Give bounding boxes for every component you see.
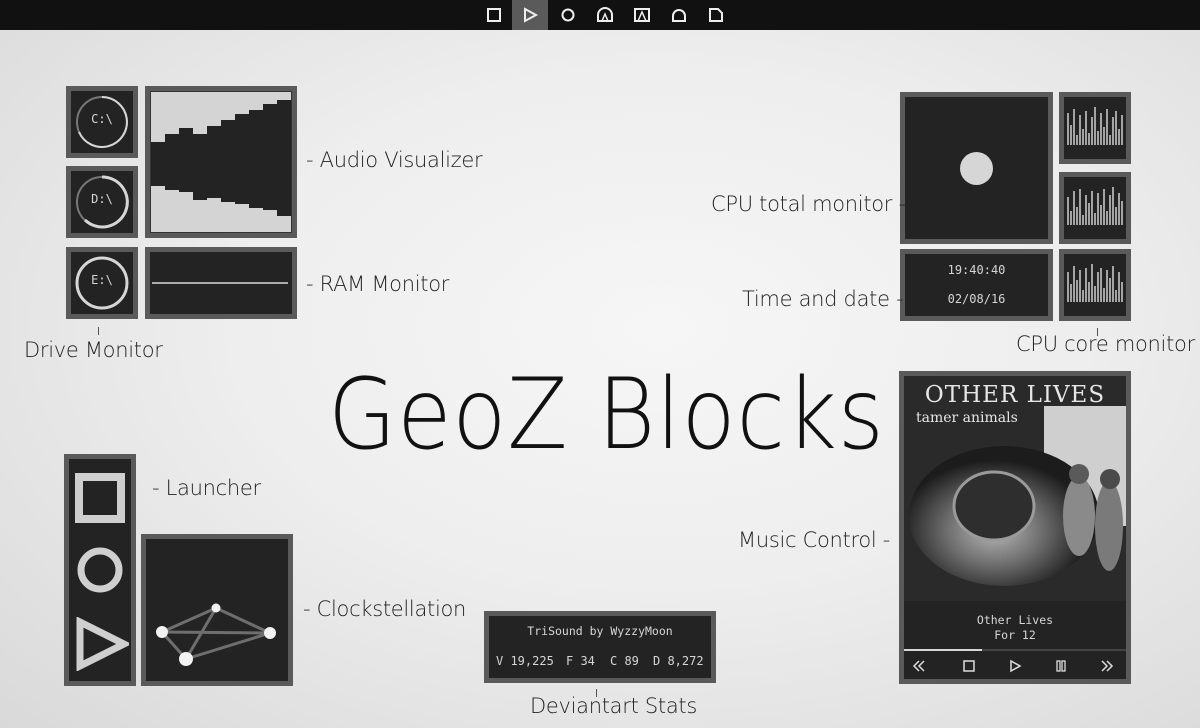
track-title: For 12	[994, 628, 1036, 642]
clock-time: 19:40:40	[947, 263, 1006, 277]
arch-icon[interactable]	[587, 0, 623, 30]
progress-track[interactable]	[904, 649, 1126, 651]
cpu-total-dot	[960, 152, 993, 185]
time-date-label: Time and date -	[742, 287, 904, 311]
clockstellation-graph	[156, 603, 276, 666]
cpu-core-3-widget	[1059, 249, 1131, 321]
stop-icon[interactable]	[960, 658, 978, 674]
music-control-widget: OTHER LIVES tamer animals Other Lives Fo…	[899, 371, 1131, 684]
launcher-circle-icon[interactable]	[75, 545, 125, 595]
drive-c-widget: C:\	[66, 86, 138, 158]
circle-icon[interactable]	[550, 0, 586, 30]
previous-icon[interactable]	[910, 658, 928, 674]
ram-graph-line	[152, 282, 288, 284]
launcher-label: - Launcher	[152, 476, 261, 500]
cpu-core-label: CPU core monitor	[1016, 332, 1195, 356]
clockstellation-widget	[141, 534, 293, 686]
top-launcher-bar	[0, 0, 1200, 30]
drive-d-label: D:\	[91, 192, 113, 206]
cpu-core-1-graph	[1067, 107, 1123, 145]
deviantart-comments: C 89	[610, 654, 639, 668]
album-art: OTHER LIVES tamer animals	[904, 376, 1126, 601]
cpu-core-1-widget	[1059, 92, 1131, 164]
progress-fill	[904, 649, 982, 651]
play-triangle-icon[interactable]	[512, 0, 548, 30]
ram-monitor-label: - RAM Monitor	[306, 272, 450, 296]
drive-d-widget: D:\	[66, 166, 138, 238]
audio-visualizer-widget	[145, 86, 297, 238]
folder-corner-icon[interactable]	[698, 0, 734, 30]
drive-c-label: C:\	[91, 112, 113, 126]
page-title: GeoZ Blocks	[328, 358, 885, 472]
ring-icon[interactable]	[661, 0, 697, 30]
mountain-icon[interactable]	[624, 0, 660, 30]
audio-visualizer-bars	[151, 100, 291, 216]
cpu-total-widget	[900, 92, 1053, 244]
launcher-triangle-icon[interactable]	[75, 616, 132, 672]
time-date-widget: 19:40:40 02/08/16	[900, 249, 1053, 321]
cpu-core-2-graph	[1067, 187, 1123, 225]
ram-monitor-widget	[145, 247, 297, 319]
deviantart-stats-widget: TriSound by WyzzyMoon V 19,225 F 34 C 89…	[484, 611, 716, 683]
audio-visualizer-label: - Audio Visualizer	[306, 148, 483, 172]
cpu-core-3-graph	[1067, 264, 1123, 302]
clock-date: 02/08/16	[947, 292, 1006, 306]
music-control-label: Music Control -	[738, 528, 891, 552]
next-icon[interactable]	[1098, 658, 1116, 674]
square-icon[interactable]	[476, 0, 512, 30]
deviantart-title: TriSound by WyzzyMoon	[527, 624, 673, 638]
pause-icon[interactable]	[1052, 658, 1070, 674]
deviantart-favs: F 34	[566, 654, 595, 668]
cpu-total-label: CPU total monitor -	[711, 192, 906, 216]
drive-e-widget: E:\	[66, 247, 138, 319]
deviantart-stats-label: Deviantart Stats	[530, 694, 697, 718]
launcher-widget	[64, 454, 136, 686]
cpu-core-2-widget	[1059, 172, 1131, 244]
deviantart-downloads: D 8,272	[653, 654, 704, 668]
drive-monitor-pointer	[98, 327, 99, 335]
clockstellation-label: - Clockstellation	[303, 597, 467, 621]
launcher-square-icon[interactable]	[75, 473, 125, 523]
drive-e-label: E:\	[91, 273, 113, 287]
play-icon[interactable]	[1006, 658, 1024, 674]
track-artist: Other Lives	[976, 613, 1054, 627]
album-artist: OTHER LIVES	[924, 382, 1106, 408]
album-title: tamer animals	[916, 410, 1018, 426]
drive-monitor-label: Drive Monitor	[24, 338, 163, 362]
deviantart-views: V 19,225	[496, 654, 554, 668]
